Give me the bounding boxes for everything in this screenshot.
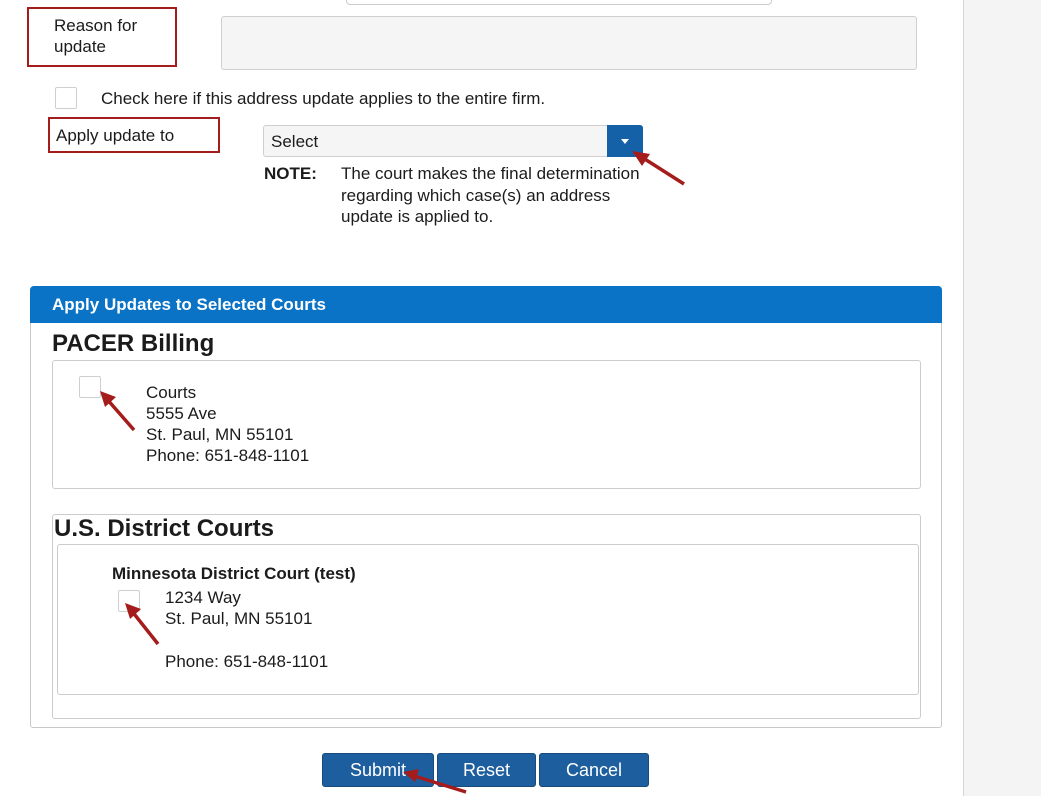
arrow-annotation-icon — [125, 603, 160, 646]
arrow-annotation-icon — [632, 151, 685, 186]
annotation-arrows — [100, 151, 685, 794]
arrow-annotation-icon — [403, 769, 467, 794]
arrow-annotation-icon — [100, 391, 136, 432]
